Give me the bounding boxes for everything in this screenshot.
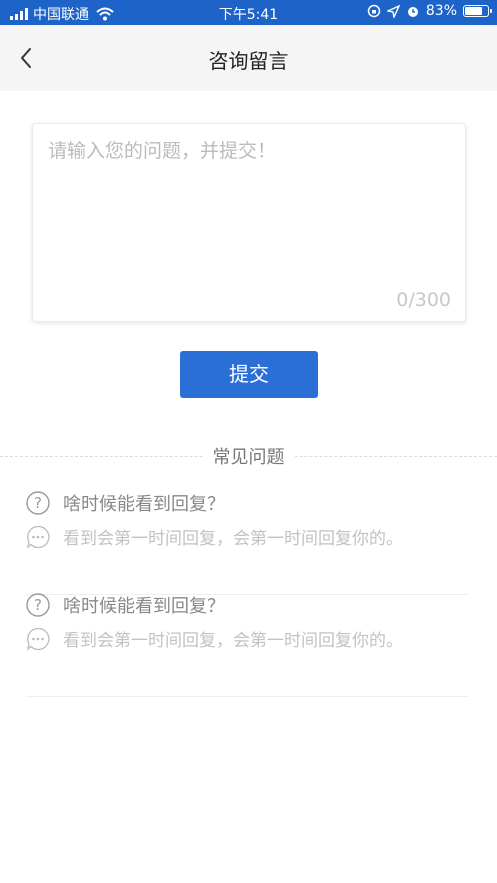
faq-question: 啥时候能看到回复？ — [63, 596, 225, 617]
nav-bar: 咨询留言 — [0, 25, 497, 91]
battery-percent: 83% — [425, 3, 457, 19]
faq-question: 啥时候能看到回复？ — [63, 494, 225, 515]
question-circle-icon: ? — [26, 491, 50, 515]
chat-bubble-icon — [27, 525, 50, 549]
status-bar: 中国联通 下午5:41 83% — [0, 0, 497, 25]
location-icon — [386, 4, 400, 18]
faq-title: 常见问题 — [202, 443, 295, 469]
question-circle-icon: ? — [26, 593, 50, 617]
char-counter: 0/300 — [396, 289, 451, 311]
faq-heading: 常见问题 — [0, 443, 497, 469]
faq-answer: 看到会第一时间回复，会第一时间回复你的。 — [63, 631, 403, 651]
faq-item[interactable]: ? 啥时候能看到回复？ 看到会第一时间回复，会第一时间回复你的。 — [26, 490, 468, 595]
rotation-lock-icon — [367, 4, 381, 18]
faq-question-row: ? 啥时候能看到回复？ — [26, 592, 225, 618]
faq-item[interactable]: ? 啥时候能看到回复？ 看到会第一时间回复，会第一时间回复你的。 — [26, 592, 468, 697]
faq-question-row: ? 啥时候能看到回复？ — [26, 490, 225, 516]
svg-text:?: ? — [34, 596, 42, 614]
question-textarea[interactable]: 请输入您的问题，并提交！ 0/300 — [32, 123, 466, 322]
submit-button[interactable]: 提交 — [180, 351, 318, 398]
faq-answer-row: 看到会第一时间回复，会第一时间回复你的。 — [26, 524, 403, 549]
status-right: 83% — [367, 3, 492, 19]
faq-answer: 看到会第一时间回复，会第一时间回复你的。 — [63, 529, 403, 549]
battery-icon — [463, 5, 492, 17]
svg-text:?: ? — [34, 494, 42, 512]
textarea-placeholder: 请输入您的问题，并提交！ — [48, 140, 277, 162]
page-title: 咨询留言 — [208, 49, 289, 73]
chat-bubble-icon — [27, 627, 50, 651]
faq-answer-row: 看到会第一时间回复，会第一时间回复你的。 — [26, 626, 403, 651]
alarm-icon — [407, 7, 418, 17]
